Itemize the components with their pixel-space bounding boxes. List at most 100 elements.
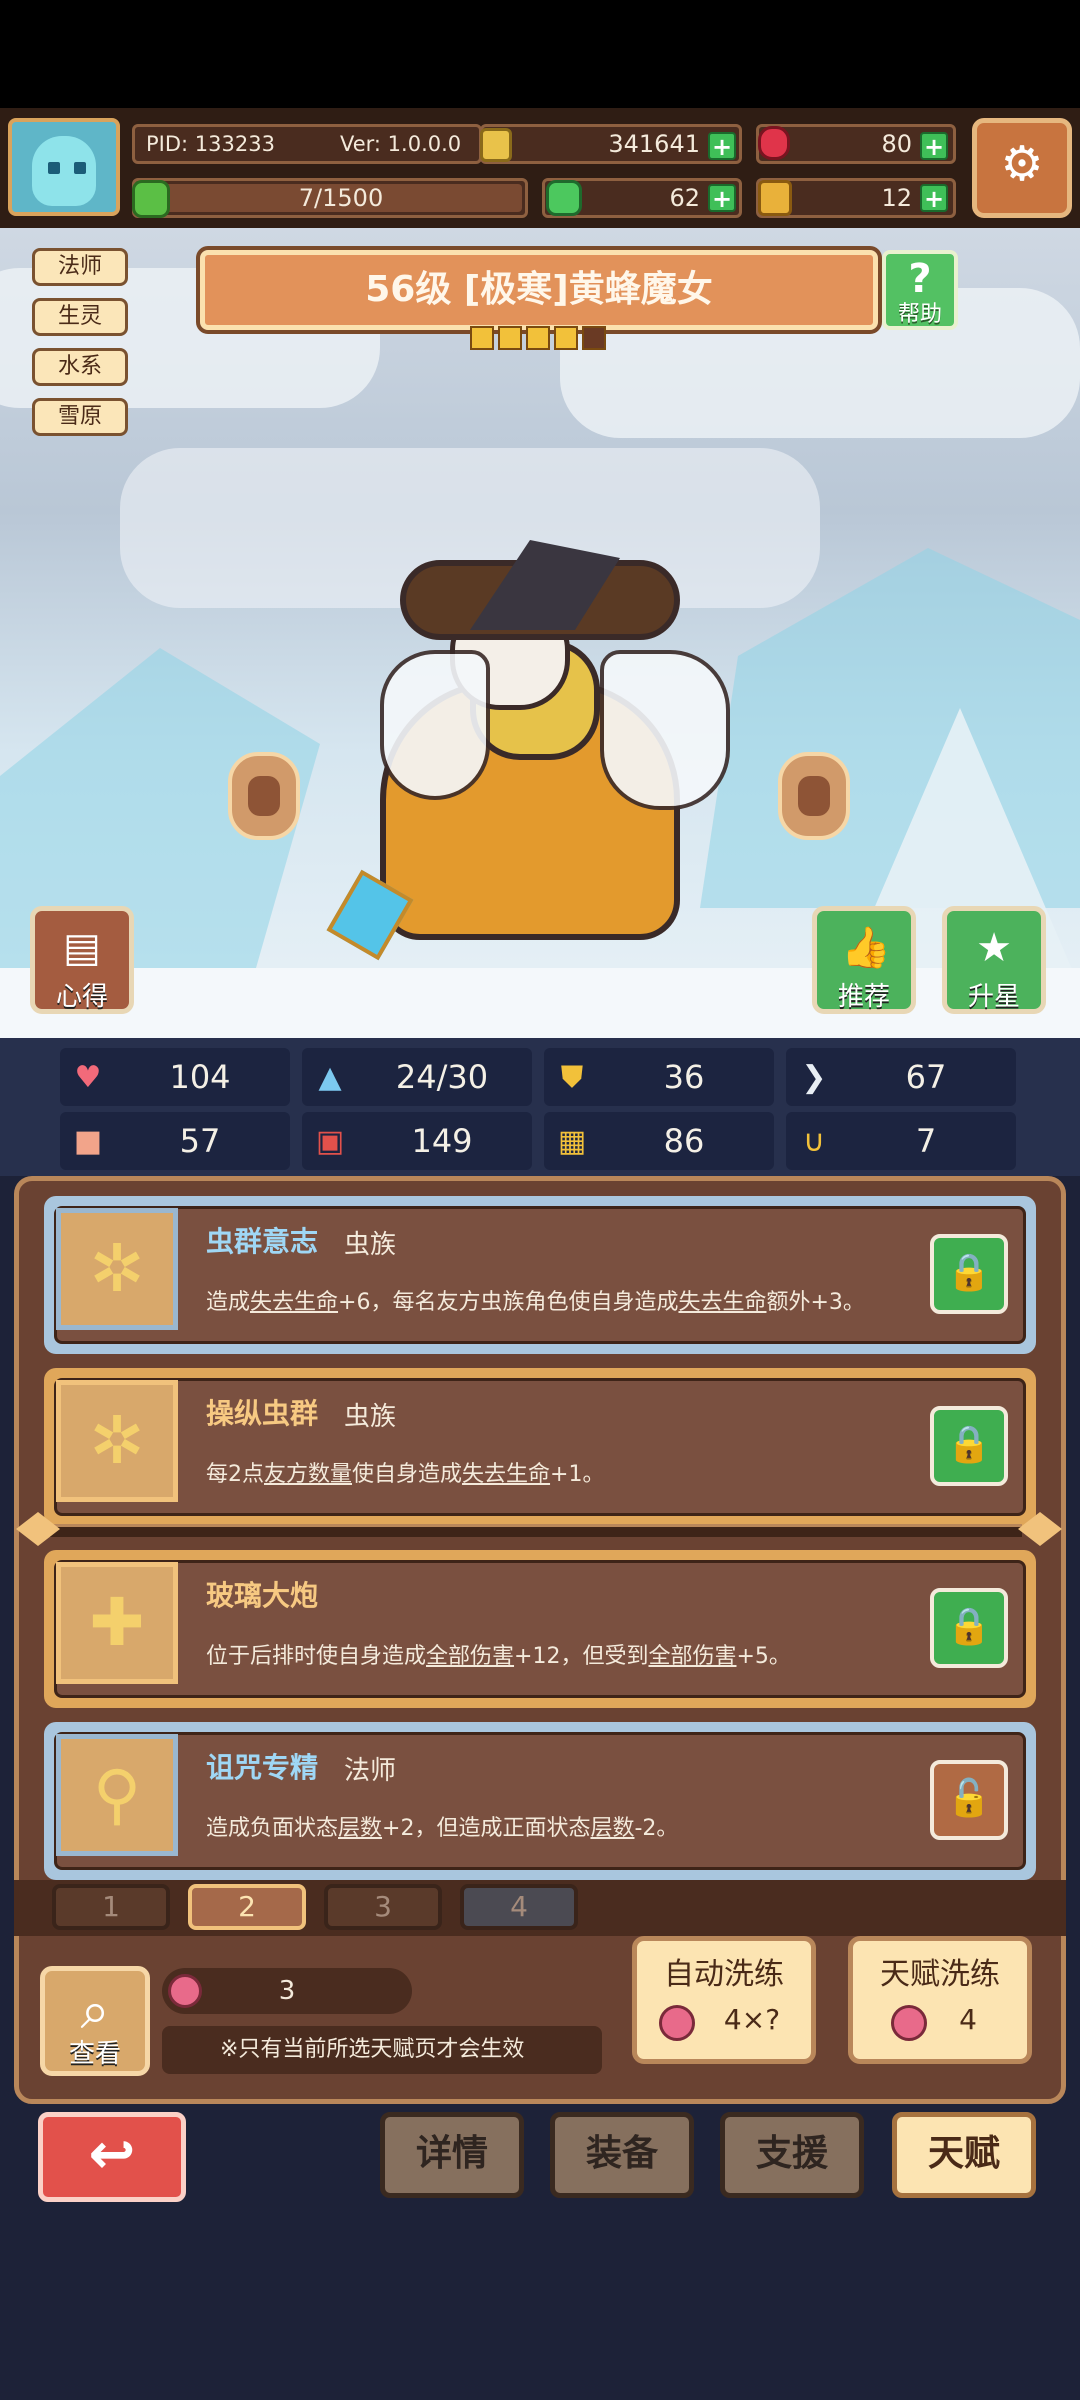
talent-card-body <box>54 1206 1026 1344</box>
class-tag[interactable]: 法师 <box>32 248 128 286</box>
divider-gem-icon <box>1018 1512 1062 1546</box>
add-boot-button[interactable]: + <box>920 184 948 212</box>
nav-equipment[interactable]: 装备 <box>550 2112 694 2198</box>
wing-icon: ❯ <box>801 1060 827 1095</box>
gold-coin-icon <box>480 128 512 162</box>
shield-icon: ⛊ <box>560 1060 584 1095</box>
page-tab-4[interactable]: 4 <box>460 1884 578 1930</box>
clover-value: 62 <box>669 184 700 212</box>
fruit-icon <box>891 2005 927 2041</box>
fruit-count: 3 <box>278 1976 296 2006</box>
star-filled-icon <box>554 326 578 350</box>
nav-talent[interactable]: 天赋 <box>892 2112 1036 2198</box>
add-gold-button[interactable]: + <box>708 132 736 160</box>
unlock-icon[interactable]: 🔓 <box>930 1760 1008 1840</box>
upstar-button[interactable]: ★ 升星 <box>942 906 1046 1014</box>
prev-hero-button[interactable] <box>228 752 300 840</box>
thumbs-up-icon: 👍 <box>841 925 891 971</box>
cross-icon: ✚ <box>89 1584 145 1661</box>
stat-luck: ∪ 7 <box>786 1112 1016 1170</box>
boot-value: 12 <box>881 184 912 212</box>
talent-card-body <box>54 1378 1026 1516</box>
gem-value: 80 <box>881 130 912 158</box>
horseshoe-icon: ∪ <box>803 1124 825 1159</box>
stat-speed: ❯ 67 <box>786 1048 1016 1106</box>
speed-value: 67 <box>905 1058 947 1096</box>
talent-icon-box: ⚲ <box>56 1734 178 1856</box>
hero-title-banner: 56级 [极寒]黄蜂魔女 <box>196 246 882 334</box>
insight-button[interactable]: ▤ 心得 <box>30 906 134 1014</box>
insight-label: 心得 <box>55 982 108 1012</box>
notice-text: ※只有当前所选天赋页才会生效 <box>220 2037 525 2062</box>
talent-card-body <box>54 1560 1026 1698</box>
snow-ground <box>0 968 1080 1038</box>
star-icon: ★ <box>976 925 1012 971</box>
pid-text: PID: 133233 <box>146 132 275 156</box>
talent-card[interactable]: ✲ 虫群意志 虫族 造成失去生命+6，每名友方虫族角色使自身造成失去生命额外+3… <box>44 1196 1036 1354</box>
view-button[interactable]: ⌕ 查看 <box>40 1966 150 2076</box>
star-filled-icon <box>470 326 494 350</box>
talent-card-body <box>54 1732 1026 1870</box>
talent-name: 诅咒专精 <box>206 1751 319 1784</box>
bug-icon: ✲ <box>89 1230 145 1307</box>
back-button[interactable]: ↩ <box>38 2112 186 2202</box>
recommend-label: 推荐 <box>837 982 890 1012</box>
fruit-icon <box>659 2005 695 2041</box>
scroll-icon: ▤ <box>63 925 101 971</box>
version-text: Ver: 1.0.0.0 <box>340 132 462 156</box>
talent-desc: 造成失去生命+6，每名友方虫族角色使自身造成失去生命额外+3。 <box>206 1290 865 1315</box>
magnifier-icon: ⌕ <box>80 1981 110 2041</box>
talent-desc: 位于后排时使自身造成全部伤害+12，但受到全部伤害+5。 <box>206 1644 791 1669</box>
star-empty-icon <box>582 326 606 350</box>
next-hero-button[interactable] <box>778 752 850 840</box>
player-avatar[interactable] <box>8 118 120 216</box>
recommend-button[interactable]: 👍 推荐 <box>812 906 916 1014</box>
exp-value: 7/1500 <box>298 184 384 212</box>
hero-wing <box>380 650 490 800</box>
upstar-label: 升星 <box>967 982 1020 1012</box>
lock-icon[interactable]: 🔒 <box>930 1406 1008 1486</box>
avatar-eye-icon <box>74 162 86 174</box>
page-tab-2[interactable]: 2 <box>188 1884 306 1930</box>
lock-icon[interactable]: 🔒 <box>930 1234 1008 1314</box>
race-tag[interactable]: 生灵 <box>32 298 128 336</box>
attack-value: 57 <box>179 1122 221 1160</box>
nav-details[interactable]: 详情 <box>380 2112 524 2198</box>
talent-card[interactable]: ✚ 玻璃大炮 位于后排时使自身造成全部伤害+12，但受到全部伤害+5。 🔒 <box>44 1550 1036 1708</box>
element-tag[interactable]: 水系 <box>32 348 128 386</box>
stat-mana: ▲ 24/30 <box>302 1048 532 1106</box>
boot-icon <box>758 180 792 216</box>
bug-icon: ✲ <box>89 1402 145 1479</box>
talent-wash-button[interactable]: 天赋洗练 4 <box>848 1936 1032 2064</box>
auto-wash-cost: 4×? <box>723 2003 781 2036</box>
help-button[interactable]: ? 帮助 <box>882 250 958 330</box>
boot-icon: ▦ <box>557 1124 587 1159</box>
auto-wash-button[interactable]: 自动洗练 4×? <box>632 1936 816 2064</box>
add-clover-button[interactable]: + <box>708 184 736 212</box>
hp-value: 104 <box>169 1058 231 1096</box>
talent-tag: 虫族 <box>344 1402 397 1432</box>
talent-wash-cost: 4 <box>959 2003 977 2036</box>
talent-name: 玻璃大炮 <box>206 1579 319 1612</box>
page-tab-3[interactable]: 3 <box>324 1884 442 1930</box>
talent-tag: 法师 <box>344 1756 397 1786</box>
settings-button[interactable]: ⚙ <box>972 118 1072 218</box>
talent-card[interactable]: ✲ 操纵虫群 虫族 每2点友方数量使自身造成失去生命+1。 🔒 <box>44 1368 1036 1526</box>
nav-support[interactable]: 支援 <box>720 2112 864 2198</box>
talent-name: 操纵虫群 <box>206 1397 319 1430</box>
fruit-counter: 3 <box>162 1968 412 2014</box>
gold-value: 341641 <box>608 130 700 158</box>
fist-icon: ■ <box>73 1124 103 1159</box>
stats-panel: ♥ 104 ▲ 24/30 ⛊ 36 ❯ 67 ■ 57 ▣ 149 ▦ 86 … <box>0 1038 1080 1176</box>
talent-icon-box: ✲ <box>56 1380 178 1502</box>
talent-desc: 造成负面状态层数+2，但造成正面状态层数-2。 <box>206 1816 679 1841</box>
notice-bar: ※只有当前所选天赋页才会生效 <box>162 2026 602 2074</box>
page-tab-1[interactable]: 1 <box>52 1884 170 1930</box>
talent-card[interactable]: ⚲ 诅咒专精 法师 造成负面状态层数+2，但造成正面状态层数-2。 🔓 <box>44 1722 1036 1880</box>
lock-icon[interactable]: 🔒 <box>930 1588 1008 1668</box>
clover-icon <box>546 180 582 216</box>
book-icon: ▣ <box>315 1124 345 1159</box>
hero-title: 56级 [极寒]黄蜂魔女 <box>365 269 713 310</box>
region-tag[interactable]: 雪原 <box>32 398 128 436</box>
add-gem-button[interactable]: + <box>920 132 948 160</box>
